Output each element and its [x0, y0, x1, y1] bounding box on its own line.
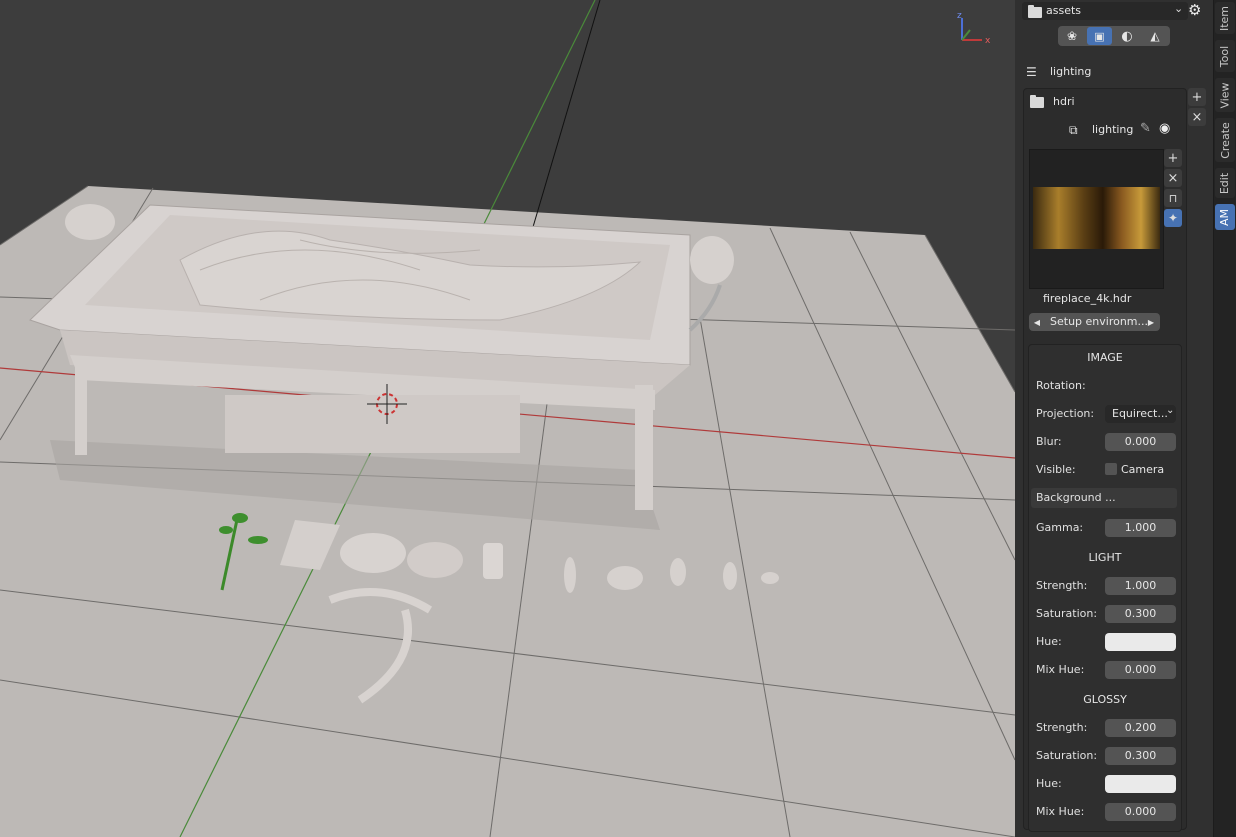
camera-checkbox-label: Camera	[1121, 463, 1165, 476]
chevron-down-icon[interactable]: ⌄	[1174, 2, 1183, 15]
folder-label[interactable]: hdri	[1053, 95, 1075, 108]
library-name: assets	[1046, 4, 1082, 17]
chevron-down-icon: ⌄	[1166, 405, 1175, 416]
eye-icon[interactable]: ◉	[1159, 121, 1170, 136]
hdri-preview[interactable]	[1029, 149, 1164, 289]
tab-am[interactable]: AM	[1215, 204, 1235, 230]
3d-viewport[interactable]: z x	[0, 0, 1015, 837]
lock-icon[interactable]: ⊓	[1164, 189, 1182, 207]
hdri-thumbnail	[1033, 187, 1160, 249]
light-mix-hue-field[interactable]: 0.000	[1105, 661, 1176, 679]
setup-environment-button[interactable]: Setup environm...	[1050, 315, 1148, 328]
tab-edit-label: Edit	[1218, 172, 1232, 194]
remove-folder-button[interactable]: ×	[1188, 108, 1206, 126]
glossy-saturation-field[interactable]: 0.300	[1105, 747, 1176, 765]
visible-label: Visible:	[1036, 463, 1076, 476]
category-label[interactable]: lighting	[1050, 65, 1091, 78]
light-saturation-label: Saturation:	[1036, 607, 1098, 620]
light-strength-label: Strength:	[1036, 579, 1088, 592]
material-icon[interactable]: ◐	[1115, 27, 1139, 45]
render-icon[interactable]: ▣	[1087, 27, 1112, 45]
projection-label: Projection:	[1036, 407, 1095, 420]
glossy-mix-hue-label: Mix Hue:	[1036, 805, 1085, 818]
add-asset-button[interactable]: +	[1164, 149, 1182, 167]
gamma-label: Gamma:	[1036, 521, 1084, 534]
tab-edit[interactable]: Edit	[1215, 168, 1235, 198]
pin-icon[interactable]: ✎	[1140, 121, 1151, 136]
gear-icon[interactable]: ⚙	[1188, 1, 1201, 19]
folder-icon	[1028, 5, 1042, 18]
tab-view[interactable]: View	[1215, 78, 1235, 112]
glossy-strength-field[interactable]: 0.200	[1105, 719, 1176, 737]
light-strength-field[interactable]: 1.000	[1105, 577, 1176, 595]
glossy-hue-swatch[interactable]	[1105, 775, 1176, 793]
world-icon[interactable]: ◭	[1143, 27, 1167, 45]
tab-view-label: View	[1218, 81, 1232, 109]
light-section-title: LIGHT	[1088, 551, 1122, 564]
next-arrow-icon[interactable]: ▶	[1143, 313, 1159, 331]
blur-label: Blur:	[1036, 435, 1062, 448]
tab-create[interactable]: Create	[1215, 118, 1235, 162]
light-hue-label: Hue:	[1036, 635, 1062, 648]
glossy-strength-label: Strength:	[1036, 721, 1088, 734]
asset-type-icon: ⧉	[1069, 123, 1078, 137]
sidebar-tab-strip: Item Tool View Create Edit AM	[1213, 0, 1236, 837]
glossy-section-title: GLOSSY	[1083, 693, 1127, 706]
image-section-title: IMAGE	[1087, 351, 1123, 364]
tab-tool-label: Tool	[1218, 45, 1232, 67]
glossy-hue-label: Hue:	[1036, 777, 1062, 790]
asset-type-label: lighting	[1092, 123, 1134, 136]
tab-item-label: Item	[1218, 5, 1232, 31]
tab-create-label: Create	[1218, 121, 1232, 159]
wrench-icon[interactable]: ✦	[1164, 209, 1182, 227]
glossy-mix-hue-field[interactable]: 0.000	[1105, 803, 1176, 821]
gizmo-x-label: x	[985, 36, 991, 46]
background-label: Background ...	[1036, 491, 1116, 504]
folder-icon	[1030, 95, 1044, 108]
light-mix-hue-label: Mix Hue:	[1036, 663, 1085, 676]
viewport-scene[interactable]: z x	[0, 0, 1015, 837]
previous-arrow-icon[interactable]: ◀	[1029, 313, 1045, 331]
camera-checkbox[interactable]	[1105, 463, 1117, 475]
tab-am-label: AM	[1218, 208, 1232, 226]
outliner-icon: ☰	[1026, 65, 1037, 79]
preview-filename: fireplace_4k.hdr	[1043, 292, 1132, 305]
light-hue-swatch[interactable]	[1105, 633, 1176, 651]
blur-field[interactable]: 0.000	[1105, 433, 1176, 451]
add-folder-button[interactable]: +	[1188, 88, 1206, 106]
light-saturation-field[interactable]: 0.300	[1105, 605, 1176, 623]
projection-value: Equirect...	[1112, 407, 1168, 420]
tab-tool[interactable]: Tool	[1215, 40, 1235, 72]
glossy-saturation-label: Saturation:	[1036, 749, 1098, 762]
gamma-field[interactable]: 1.000	[1105, 519, 1176, 537]
gizmo-z-label: z	[957, 11, 962, 21]
remove-asset-button[interactable]: ×	[1164, 169, 1182, 187]
tab-item[interactable]: Item	[1215, 2, 1235, 34]
object-icon[interactable]: ❀	[1060, 27, 1084, 45]
rotation-label: Rotation:	[1036, 379, 1086, 392]
